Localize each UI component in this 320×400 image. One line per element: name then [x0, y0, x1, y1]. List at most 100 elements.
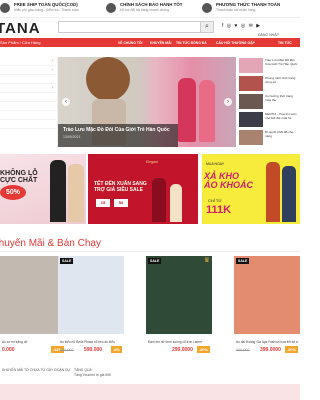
news-title[interactable]: Xu hướng thời trang mùa thu	[265, 94, 299, 102]
payment-title: PHƯƠNG THỨC THANH TOÁN	[216, 2, 281, 7]
slide-caption-title[interactable]: Trào Lưu Mặc Đồ Đôi Của Giới Trẻ Hàn Quố…	[63, 127, 170, 133]
chevron-right-icon: ›	[51, 85, 53, 91]
slide-caption-date: 13/09/2021	[63, 135, 81, 139]
product-old-price: 369.000	[236, 348, 250, 352]
sidebar-item[interactable]: ›	[0, 57, 56, 66]
product-image[interactable]	[58, 256, 124, 334]
product-name[interactable]: Áo dài Hoàng Gia Aya Fashion hoa tiết kẻ…	[236, 340, 298, 344]
banner-tet-voucher-2: 50	[114, 199, 128, 207]
sidebar-item[interactable]: ›	[0, 84, 56, 93]
model-figure	[178, 78, 196, 142]
news-title[interactable]: Bí quyết phối đồ cho nàng	[265, 130, 299, 138]
model-figure	[170, 184, 182, 222]
news-item[interactable]: Phong cách thời trang công sở	[238, 75, 300, 92]
nav-link-news-football[interactable]: TIN TỨC BÓNG ĐÁ	[176, 41, 207, 45]
product-image[interactable]	[146, 256, 212, 334]
payment-sub: Thanh toán khi nhận hàng	[216, 8, 256, 12]
product-name[interactable]: Áo kiểu nữ Bella Plusta cổ bèo áo kiểu	[60, 340, 122, 344]
free-ship-title: FREE SHIP TOÀN QUỐC(COD)	[14, 2, 78, 7]
product-price: 590.000	[84, 347, 103, 353]
banner-tet-logo: Elegant	[146, 160, 158, 164]
discount-badge: -8%	[110, 346, 122, 353]
nav-link-faq[interactable]: CÂU HỎI THƯỜNG GẶP	[216, 41, 255, 45]
sale-badge: SALE	[60, 258, 74, 264]
banner-jacket-title: XẢ KHO ÁO KHOÁC	[204, 171, 253, 190]
nav-link-about[interactable]: VỀ CHÚNG TÔI	[118, 41, 143, 45]
news-title[interactable]: Phong cách thời trang công sở	[265, 76, 299, 84]
news-thumbnail	[239, 76, 263, 91]
main-nav: Sản Phẩm / Cửa Hàng VỀ CHÚNG TÔI KHUYẾN …	[0, 38, 300, 47]
news-thumbnail	[239, 112, 263, 127]
search-button[interactable]: ⌕	[200, 21, 214, 33]
crown-icon: ♛	[203, 257, 210, 264]
news-item[interactable]: Trào Lưu Mặc Đồ Đôi Của Giới Trẻ Hàn Quố…	[238, 57, 300, 74]
banner-jacket-tag: MUA NGAY	[206, 162, 225, 166]
section-divider	[0, 251, 300, 252]
category-menu[interactable]: Sản Phẩm / Cửa Hàng	[0, 40, 40, 45]
product-price: 399.0000	[260, 347, 281, 353]
slider-prev-button[interactable]: ‹	[62, 98, 70, 106]
model-figure	[152, 178, 166, 222]
sidebar-item[interactable]	[0, 120, 56, 129]
news-item[interactable]: DENTIX - Hoa tim luôn nhớ Đồ đôi mùa hè	[238, 111, 300, 128]
model-figure	[282, 166, 296, 222]
product-image[interactable]	[234, 256, 300, 334]
discount-badge: -20%	[196, 346, 210, 353]
search-icon: ⌕	[205, 23, 209, 30]
product-price: 299.0000	[172, 347, 193, 353]
promo-gift[interactable]: TẶNG QUÀ	[74, 368, 92, 372]
search-input[interactable]	[58, 21, 208, 33]
sale-badge: SALE	[148, 258, 162, 264]
sidebar-item[interactable]	[0, 93, 56, 102]
banner-clearance-badge: 50%	[0, 185, 26, 200]
bear-mascot-image	[86, 57, 130, 101]
promo-text[interactable]: KHUYẾN MÃI TÒ CHƯA TỪ GÂY ĐOÀN DỰ	[2, 368, 70, 372]
promo-row: KHUYẾN MÃI TÒ CHƯA TỪ GÂY ĐOÀN DỰ TẶNG Q…	[0, 365, 300, 377]
news-thumbnail	[239, 94, 263, 109]
banner-clearance-title: KHÔNG LỖ CỰC CHẤT	[0, 170, 38, 184]
news-thumbnail	[239, 58, 263, 73]
news-title[interactable]: Trào Lưu Mặc Đồ Đôi Của Giới Trẻ Hàn Quố…	[265, 58, 299, 66]
sale-badge: SALE	[236, 258, 250, 264]
sidebar-item[interactable]: ›	[0, 66, 56, 75]
warranty-title: CHÍNH SÁCH BẢO HÀNH TỐT	[120, 2, 183, 7]
category-sidebar: › › ›	[0, 57, 58, 147]
warranty-sub: Hỗ trợ đổi trả hàng nhanh chóng	[120, 8, 169, 12]
news-thumbnail	[239, 130, 263, 145]
model-figure	[68, 164, 84, 222]
discount-badge: -20%	[284, 346, 298, 353]
free-ship-sub: Miễn phí giao hàng - Kiểm tra - Thanh to…	[14, 8, 79, 12]
footer-strip	[0, 384, 300, 400]
news-list: Trào Lưu Mặc Đồ Đôi Của Giới Trẻ Hàn Quố…	[238, 57, 300, 147]
banner-jacket-from: CHỈ TỪ	[208, 198, 222, 203]
product-name[interactable]: Áo sơ mi trắng nữ	[2, 340, 64, 344]
truck-icon	[0, 3, 10, 13]
news-item[interactable]: Xu hướng thời trang mùa thu	[238, 93, 300, 110]
news-title[interactable]: DENTIX - Hoa tim luôn nhớ Đồ đôi mùa hè	[265, 112, 299, 120]
product-image[interactable]	[0, 256, 66, 334]
section-title: Khuyến Mãi & Bán Chạy	[0, 238, 101, 249]
nav-link-promo[interactable]: KHUYẾN MÃI	[150, 41, 171, 45]
login-link[interactable]: ĐĂNG NHẬP	[258, 33, 279, 37]
chevron-right-icon: ›	[51, 58, 53, 64]
product-name[interactable]: Đầm len nữ form suông cổ tròn Lamer	[148, 340, 210, 344]
news-item[interactable]: Bí quyết phối đồ cho nàng	[238, 129, 300, 146]
model-figure	[199, 80, 215, 142]
social-icons[interactable]: f ◎ ♥ ◎ ✉ ▶	[222, 23, 261, 29]
card-icon	[202, 3, 212, 13]
site-logo[interactable]: TANA	[0, 20, 41, 37]
sidebar-item[interactable]	[0, 102, 56, 111]
promo-voucher[interactable]: Tặng Voucher trị giá 50K	[74, 373, 111, 377]
sidebar-item[interactable]	[0, 111, 56, 120]
chevron-right-icon: ›	[51, 67, 53, 73]
product-old-price: 599.000	[60, 348, 74, 352]
product-price: 0.000	[2, 347, 15, 353]
slider-next-button[interactable]: ›	[224, 98, 232, 106]
banner-jacket-price: 111K	[206, 204, 232, 216]
top-info-strip: FREE SHIP TOÀN QUỐC(COD) Miễn phí giao h…	[0, 0, 300, 18]
nav-link-news[interactable]: TIN TỨC	[278, 41, 292, 45]
shield-icon	[106, 3, 116, 13]
sidebar-item[interactable]	[0, 75, 56, 84]
banner-tet-title: TẾT ĐẾN XUÂN SANG TRỢ GIÁ SIÊU SALE	[94, 181, 147, 193]
model-figure	[50, 160, 66, 222]
